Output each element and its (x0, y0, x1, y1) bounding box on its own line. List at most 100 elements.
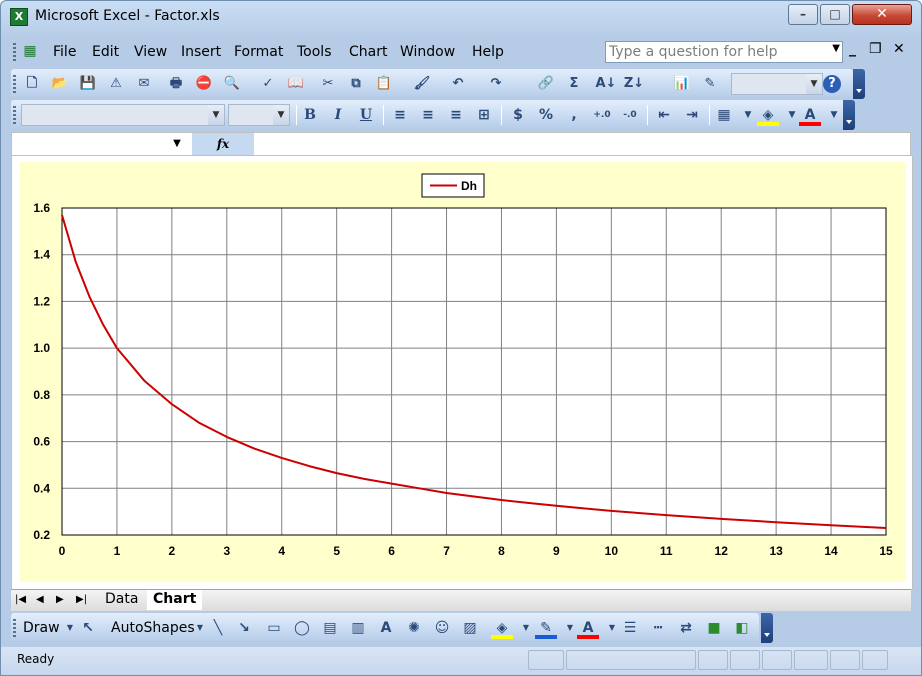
workbook-close-button[interactable]: ✕ (893, 41, 905, 57)
dash-style-icon[interactable]: ┅ (647, 617, 669, 639)
arrow-style-icon[interactable]: ⇄ (675, 617, 697, 639)
draw-menu-button[interactable]: Draw (23, 620, 60, 636)
chevron-down-icon[interactable]: ▼ (806, 74, 822, 94)
print-icon[interactable]: 🖶 (165, 73, 187, 95)
menu-file[interactable]: File (53, 44, 76, 60)
hyperlink-icon[interactable]: 🔗 (535, 73, 557, 95)
redo-icon[interactable]: ↷ (485, 73, 507, 95)
toolbar-grip[interactable] (13, 619, 16, 637)
chevron-down-icon[interactable]: ▼ (823, 104, 845, 126)
oval-icon[interactable]: ◯ (291, 617, 313, 639)
line-style-icon[interactable]: ☰ (619, 617, 641, 639)
workbook-icon[interactable]: ▦ (19, 40, 41, 62)
select-objects-icon[interactable]: ↖ (77, 617, 99, 639)
help-icon[interactable]: ? (823, 75, 841, 93)
menubar-grip[interactable] (13, 43, 16, 61)
close-button[interactable]: ✕ (852, 4, 912, 25)
wordart-icon[interactable]: A (375, 617, 397, 639)
toolbar-grip[interactable] (13, 106, 16, 124)
shadow-style-icon[interactable]: ■ (703, 617, 725, 639)
paste-icon[interactable]: 📋 (373, 73, 395, 95)
line-color-icon[interactable]: ✎ (535, 617, 557, 639)
percent-button[interactable]: % (535, 104, 557, 126)
permission-icon[interactable]: ⚠ (105, 73, 127, 95)
rectangle-icon[interactable]: ▭ (263, 617, 285, 639)
chart-wizard-icon[interactable]: 📊 (671, 73, 693, 95)
font-size-combo[interactable]: ▼ (228, 104, 290, 126)
minimize-button[interactable]: – (788, 4, 818, 25)
chevron-down-icon[interactable]: ▼ (208, 105, 224, 125)
toolbar-options-button[interactable] (853, 69, 865, 99)
vertical-text-box-icon[interactable]: ▥ (347, 617, 369, 639)
autosum-icon[interactable]: Σ (563, 73, 585, 95)
picture-icon[interactable]: ▨ (459, 617, 481, 639)
format-painter-icon[interactable]: 🖌 (411, 73, 433, 95)
bold-button[interactable]: B (299, 104, 321, 126)
sort-ascending-icon[interactable]: A↓ (595, 73, 617, 95)
borders-icon[interactable]: ▦ (713, 104, 735, 126)
align-right-icon[interactable]: ≡ (445, 104, 467, 126)
diagram-icon[interactable]: ✺ (403, 617, 425, 639)
arrow-icon[interactable]: ↘ (233, 617, 255, 639)
research-icon[interactable]: ⛔ (193, 73, 215, 95)
maximize-button[interactable]: □ (820, 4, 850, 25)
menu-chart[interactable]: Chart (349, 44, 387, 60)
last-sheet-button[interactable]: ▶| (76, 594, 87, 605)
decrease-decimal-button[interactable]: -.0 (619, 104, 641, 126)
first-sheet-button[interactable]: |◀ (15, 594, 26, 605)
comma-button[interactable]: , (563, 104, 585, 126)
ask-question-box[interactable]: Type a question for help ▼ (605, 41, 843, 63)
chevron-down-icon[interactable]: ▼ (162, 133, 192, 155)
name-box[interactable] (12, 133, 162, 155)
research-book-icon[interactable]: 📖 (285, 73, 307, 95)
text-box-icon[interactable]: ▤ (319, 617, 341, 639)
excel-app-icon[interactable]: X (10, 8, 28, 26)
menu-help[interactable]: Help (472, 44, 504, 60)
fill-color-icon[interactable]: ◈ (757, 104, 779, 126)
align-center-icon[interactable]: ≡ (417, 104, 439, 126)
increase-indent-icon[interactable]: ⇥ (681, 104, 703, 126)
3d-style-icon[interactable]: ◧ (731, 617, 753, 639)
autoshapes-menu-button[interactable]: AutoShapes (111, 620, 195, 636)
chevron-down-icon[interactable]: ▼ (273, 105, 289, 125)
font-name-combo[interactable]: ▼ (21, 104, 225, 126)
font-color-icon[interactable]: A (577, 617, 599, 639)
new-icon[interactable]: 🗋 (21, 73, 43, 95)
font-color-icon[interactable]: A (799, 104, 821, 126)
menu-window[interactable]: Window (400, 44, 455, 60)
toolbar-grip[interactable] (13, 75, 16, 93)
chart-area[interactable]: 0 1 2 3 4 5 6 7 8 9 10 11 12 13 14 15 0.2 0.4 0.6 0.8 1.0 1.2… (20, 162, 906, 582)
chevron-down-icon[interactable]: ▼ (737, 104, 759, 126)
undo-icon[interactable]: ↶ (447, 73, 469, 95)
menu-insert[interactable]: Insert (181, 44, 221, 60)
currency-button[interactable]: $ (507, 104, 529, 126)
chevron-down-icon[interactable]: ▼ (515, 617, 537, 639)
open-icon[interactable]: 📂 (49, 73, 71, 95)
sheet-tab-data[interactable]: Data (99, 590, 144, 610)
workbook-restore-button[interactable]: ❐ (869, 41, 882, 57)
email-icon[interactable]: ✉ (133, 73, 155, 95)
insert-function-button[interactable]: fx (192, 133, 254, 155)
save-icon[interactable]: 💾 (77, 73, 99, 95)
print-preview-icon[interactable]: 🔍 (221, 73, 243, 95)
align-left-icon[interactable]: ≡ (389, 104, 411, 126)
merge-center-icon[interactable]: ⊞ (473, 104, 495, 126)
zoom-combo[interactable]: ▼ (731, 73, 823, 95)
fill-color-icon[interactable]: ◈ (491, 617, 513, 639)
chevron-down-icon[interactable]: ▼ (832, 43, 840, 54)
increase-decimal-button[interactable]: +.0 (591, 104, 613, 126)
menu-tools[interactable]: Tools (297, 44, 332, 60)
next-sheet-button[interactable]: ▶ (56, 594, 64, 605)
clip-art-icon[interactable]: ☺ (431, 617, 453, 639)
menu-format[interactable]: Format (234, 44, 283, 60)
spelling-icon[interactable]: ✓ (257, 73, 279, 95)
underline-button[interactable]: U (355, 104, 377, 126)
prev-sheet-button[interactable]: ◀ (36, 594, 44, 605)
italic-button[interactable]: I (327, 104, 349, 126)
decrease-indent-icon[interactable]: ⇤ (653, 104, 675, 126)
menu-view[interactable]: View (134, 44, 167, 60)
workbook-minimize-button[interactable]: _ (849, 41, 856, 57)
copy-icon[interactable]: ⧉ (345, 73, 367, 95)
drawing-icon[interactable]: ✎ (699, 73, 721, 95)
toolbar-options-button[interactable] (761, 613, 773, 643)
